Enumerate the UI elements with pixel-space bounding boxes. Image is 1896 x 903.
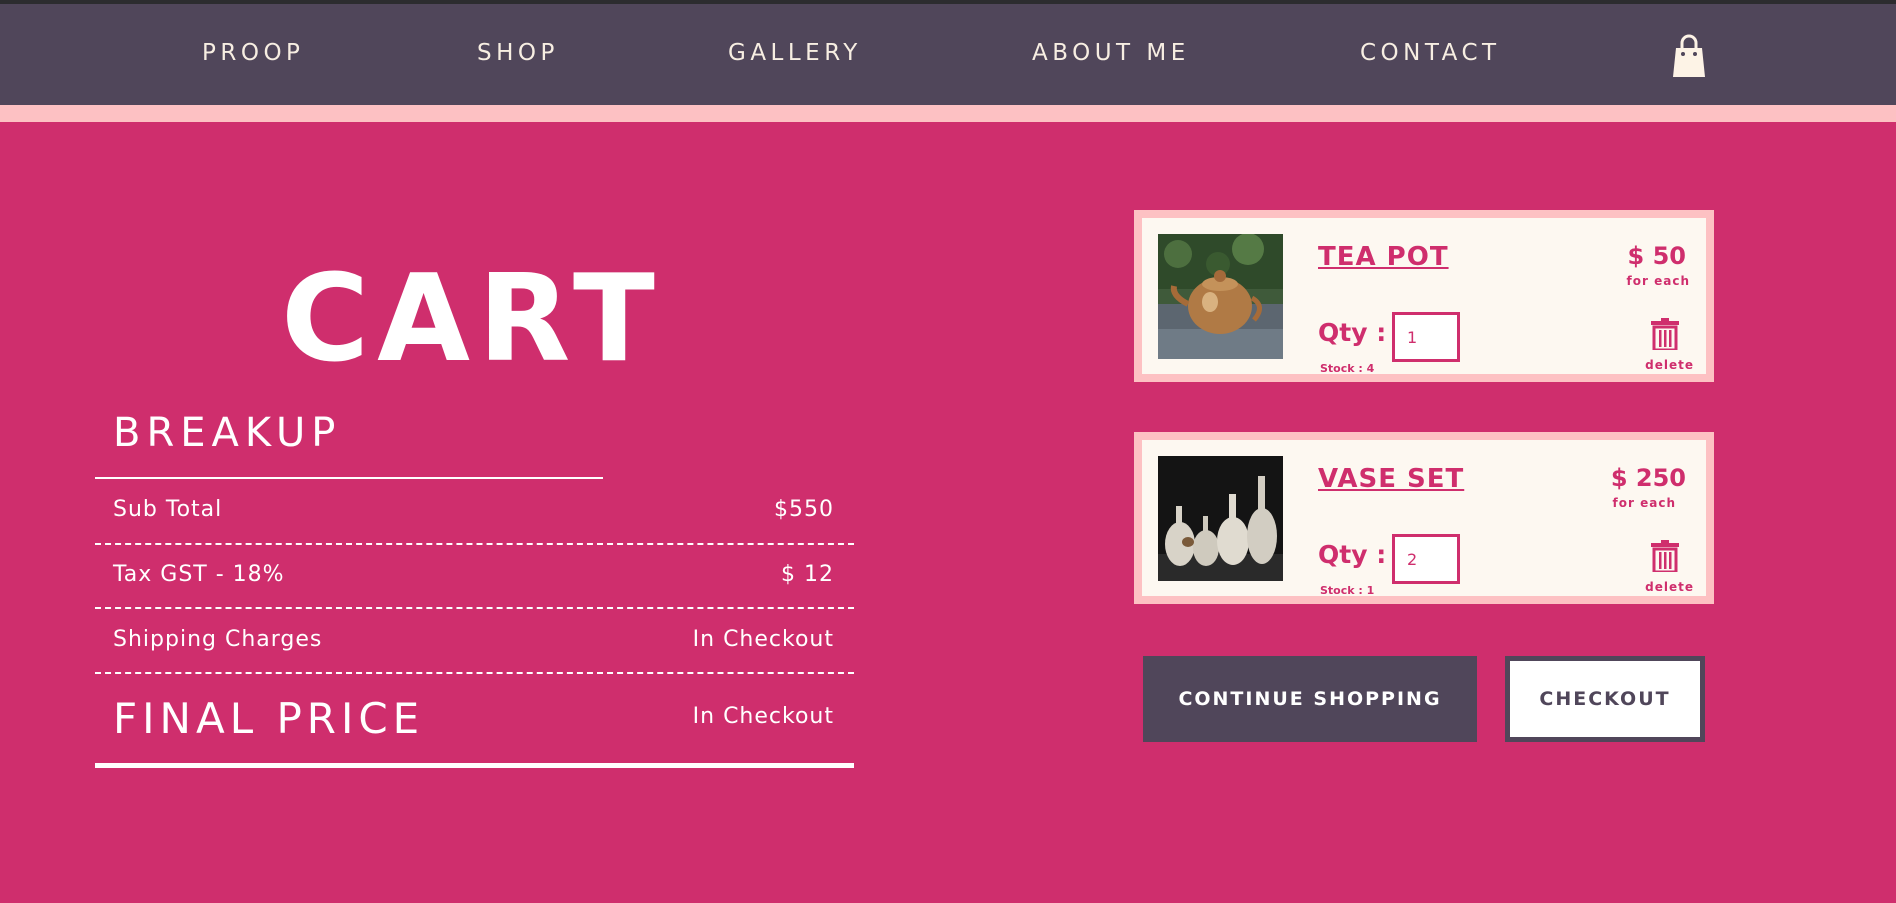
quantity-input[interactable] — [1392, 312, 1460, 362]
nav-link-proop[interactable]: PROOP — [202, 40, 304, 66]
tax-value: $ 12 — [781, 562, 834, 587]
trash-icon[interactable] — [1650, 318, 1680, 350]
price-note: for each — [1612, 496, 1676, 510]
breakup-title: BREAKUP — [113, 410, 342, 456]
subtotal-value: $550 — [774, 497, 834, 522]
trash-icon[interactable] — [1650, 540, 1680, 572]
subtotal-label: Sub Total — [113, 497, 223, 522]
nav-link-shop[interactable]: SHOP — [477, 40, 559, 66]
final-divider — [95, 763, 854, 768]
item-price: $ 50 — [1627, 242, 1686, 270]
stock-label: Stock : 1 — [1320, 584, 1375, 597]
qty-label: Qty : — [1318, 540, 1387, 569]
cart-item: VASE SET $ 250 for each Qty : Stock : 1 … — [1134, 432, 1714, 604]
continue-shopping-button[interactable]: CONTINUE SHOPPING — [1143, 656, 1477, 742]
shopping-bag-icon[interactable] — [1672, 34, 1706, 78]
row-divider — [95, 543, 854, 545]
qty-label: Qty : — [1318, 318, 1387, 347]
row-divider — [95, 607, 854, 609]
quantity-input[interactable] — [1392, 534, 1460, 584]
delete-button[interactable]: delete — [1645, 580, 1694, 594]
accent-band — [0, 105, 1896, 122]
cart-item: TEA POT $ 50 for each Qty : Stock : 4 de… — [1134, 210, 1714, 382]
nav-link-contact[interactable]: CONTACT — [1360, 40, 1501, 66]
shipping-label: Shipping Charges — [113, 627, 323, 652]
shipping-value: In Checkout — [692, 627, 834, 652]
vase-set-image[interactable] — [1158, 456, 1283, 581]
tax-label: Tax GST - 18% — [113, 562, 285, 587]
delete-button[interactable]: delete — [1645, 358, 1694, 372]
page-title: CART — [281, 250, 663, 389]
final-price-value: In Checkout — [692, 704, 834, 729]
item-name-link[interactable]: VASE SET — [1318, 464, 1464, 494]
tea-pot-image[interactable] — [1158, 234, 1283, 359]
row-divider — [95, 672, 854, 674]
checkout-button[interactable]: CHECKOUT — [1505, 656, 1705, 742]
breakup-divider — [95, 477, 603, 479]
item-name-link[interactable]: TEA POT — [1318, 242, 1449, 272]
nav-link-about-me[interactable]: ABOUT ME — [1032, 40, 1190, 66]
item-price: $ 250 — [1610, 464, 1686, 492]
nav-link-gallery[interactable]: GALLERY — [728, 40, 862, 66]
navbar: PROOP SHOP GALLERY ABOUT ME CONTACT — [0, 4, 1896, 105]
price-note: for each — [1626, 274, 1690, 288]
stock-label: Stock : 4 — [1320, 362, 1375, 375]
final-price-label: FINAL PRICE — [113, 694, 425, 743]
